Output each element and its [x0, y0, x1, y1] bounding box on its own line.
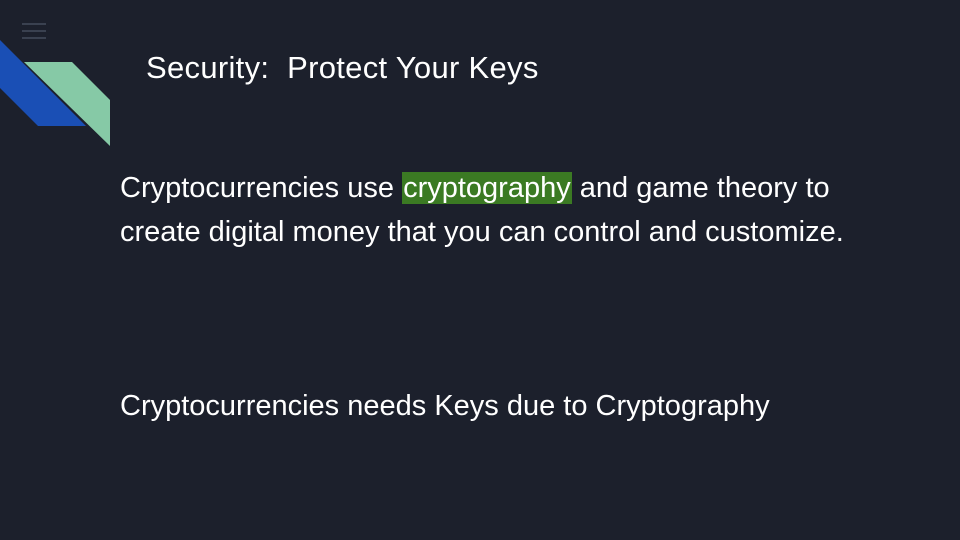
paragraph-1-text-start: Cryptocurrencies use — [120, 172, 403, 204]
presentation-slide: Security: Protect Your Keys Cryptocurren… — [0, 0, 960, 540]
body-paragraph-2: Cryptocurrencies needs Keys due to Crypt… — [120, 390, 770, 422]
slide-corner-decoration — [0, 40, 110, 146]
body-paragraph-1: Cryptocurrencies use cryptography and ga… — [120, 166, 860, 254]
slide-title: Security: Protect Your Keys — [146, 50, 539, 85]
highlighted-word: cryptography — [402, 172, 572, 204]
